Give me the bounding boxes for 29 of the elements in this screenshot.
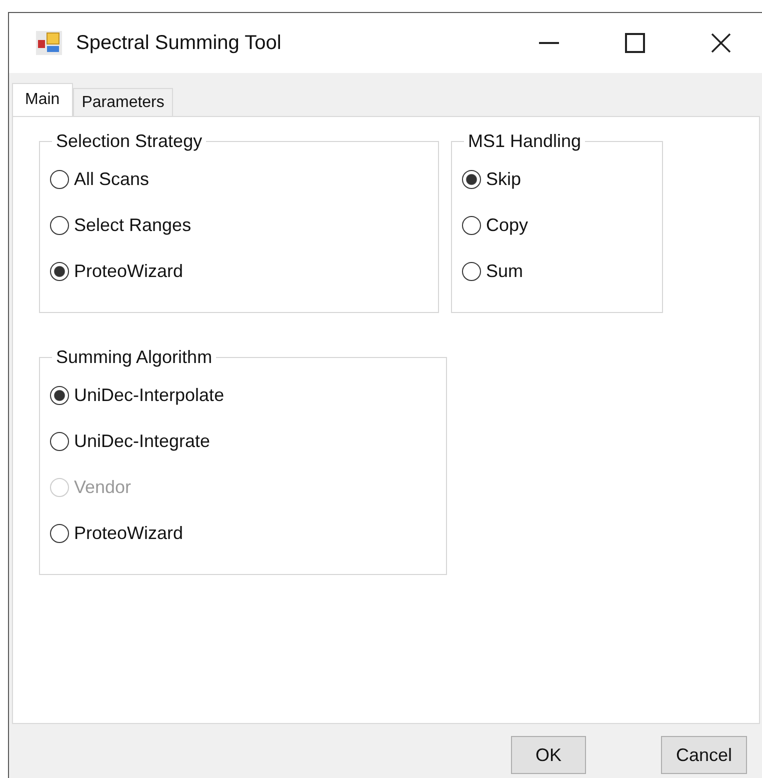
radio-option[interactable]: Select Ranges xyxy=(50,202,192,248)
radio-option[interactable]: All Scans xyxy=(50,156,150,202)
radio-option[interactable]: ProteoWizard xyxy=(50,248,184,294)
group-title: Summing Algorithm xyxy=(55,347,214,368)
radio-icon[interactable] xyxy=(50,216,69,234)
radio-icon[interactable] xyxy=(50,262,69,280)
app-icon xyxy=(36,31,62,55)
radio-option[interactable]: UniDec-Interpolate xyxy=(50,372,224,418)
group-title: MS1 Handling xyxy=(467,131,582,152)
radio-icon[interactable] xyxy=(462,170,481,188)
dialog-button[interactable]: OK xyxy=(511,736,586,774)
group-title: Selection Strategy xyxy=(55,131,204,152)
radio-option[interactable]: UniDec-Integrate xyxy=(50,418,210,464)
radio-icon[interactable] xyxy=(50,432,69,450)
radio-icon[interactable] xyxy=(50,170,69,188)
radio-icon[interactable] xyxy=(50,524,69,542)
radio-icon[interactable] xyxy=(462,262,481,280)
window-title: Spectral Summing Tool xyxy=(76,32,282,54)
radio-option[interactable]: Skip xyxy=(462,156,522,202)
radio-option[interactable]: Copy xyxy=(462,202,528,248)
radio-option[interactable]: Sum xyxy=(462,248,524,294)
maximize-icon[interactable] xyxy=(624,32,646,54)
close-icon[interactable] xyxy=(710,32,732,54)
tab[interactable]: Main xyxy=(12,83,73,116)
dialog-button[interactable]: Cancel xyxy=(661,736,747,774)
tab[interactable]: Parameters xyxy=(72,88,174,116)
radio-icon[interactable] xyxy=(462,216,481,234)
radio-icon[interactable] xyxy=(50,386,69,404)
radio-option[interactable]: ProteoWizard xyxy=(50,510,184,556)
